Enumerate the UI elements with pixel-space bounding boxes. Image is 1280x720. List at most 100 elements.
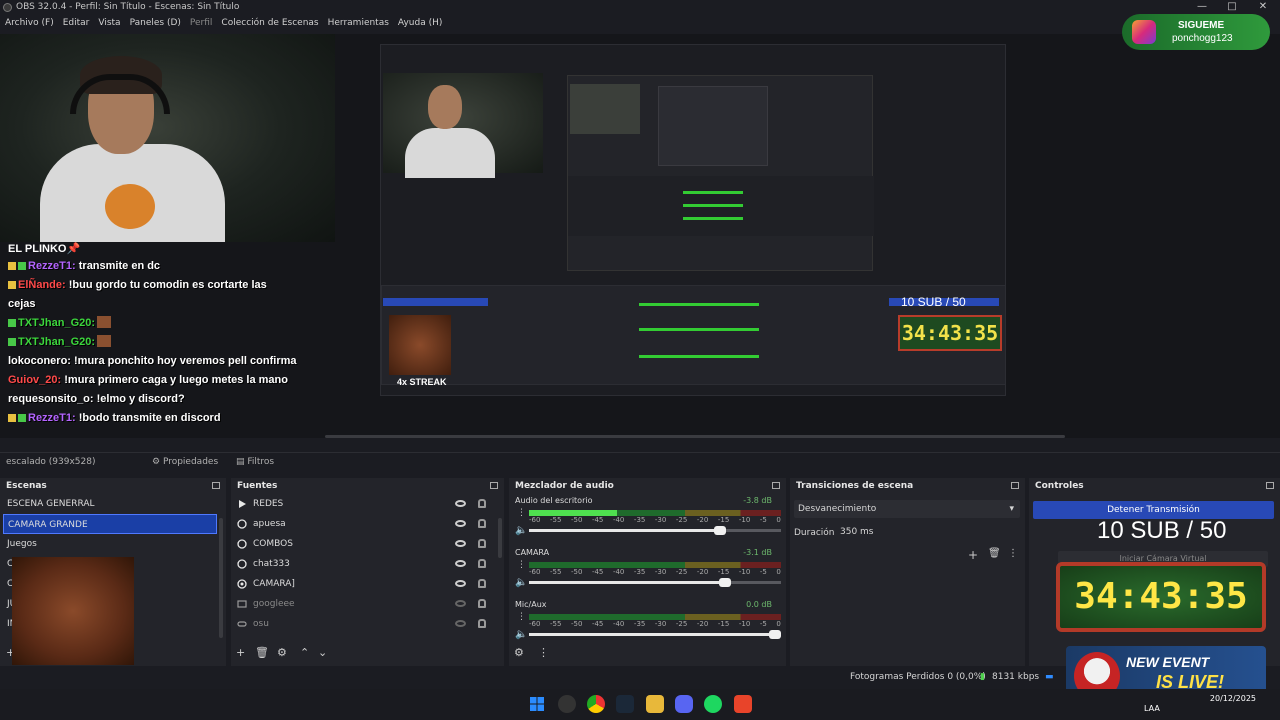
close-button[interactable]: ✕	[1248, 0, 1278, 15]
speaker-icon[interactable]: 🔈	[515, 629, 527, 640]
speaker-icon[interactable]: 🔈	[515, 525, 527, 536]
windows-start-icon[interactable]	[528, 695, 546, 713]
source-item[interactable]: REDES	[231, 494, 504, 514]
lock-icon[interactable]	[478, 539, 486, 548]
lock-icon[interactable]	[478, 499, 486, 508]
sources-scrollbar[interactable]	[498, 518, 502, 558]
spotify-icon[interactable]	[704, 695, 722, 713]
undock-icon[interactable]	[1011, 482, 1019, 489]
scene-item[interactable]: ESCENA GENERRAL	[0, 494, 226, 514]
volume-slider-handle[interactable]	[769, 630, 781, 639]
source-settings-gear-icon[interactable]: ⚙	[277, 646, 287, 659]
chrome-icon[interactable]	[587, 695, 605, 713]
volume-slider[interactable]	[529, 578, 781, 587]
obs-taskbar-icon[interactable]	[558, 695, 576, 713]
visibility-eye-icon[interactable]	[455, 580, 466, 587]
visibility-eye-icon[interactable]	[455, 520, 466, 527]
image-icon	[237, 600, 247, 608]
meter-tick-label: -55	[549, 620, 562, 628]
source-item[interactable]: chat333	[231, 554, 504, 574]
duration-field[interactable]: 350 ms	[836, 523, 1016, 541]
move-up-icon[interactable]: ⌃	[300, 646, 309, 659]
brave-icon[interactable]	[734, 695, 752, 713]
meter-tick-label: -25	[675, 620, 688, 628]
mixer-header: Mezclador de audio	[509, 478, 786, 494]
menu-coleccion-escenas[interactable]: Colección de Escenas	[221, 15, 318, 31]
browser-icon	[237, 559, 247, 569]
speaker-icon[interactable]: 🔈	[515, 577, 527, 588]
camera-icon	[237, 579, 247, 589]
menu-vista[interactable]: Vista	[98, 15, 120, 31]
volume-slider[interactable]	[529, 630, 781, 639]
transition-menu-icon[interactable]: ⋮	[1008, 548, 1018, 559]
folder-icon[interactable]	[646, 695, 664, 713]
window-title: OBS 32.0.4 - Perfil: Sin Título - Escena…	[16, 2, 240, 12]
channel-db: -3.8 dB	[743, 496, 772, 505]
lock-icon[interactable]	[478, 599, 486, 608]
visibility-eye-icon[interactable]	[455, 540, 466, 547]
preview-canvas[interactable]: EL PLINKO📌 RezzeT1: transmite en dc ElÑa…	[0, 34, 1280, 438]
maximize-button[interactable]: □	[1217, 0, 1247, 15]
preview-scrollbar[interactable]	[325, 435, 1065, 438]
chat-message: TXTJhan_G20:	[0, 333, 340, 352]
undock-icon[interactable]	[772, 482, 780, 489]
meter-tick-label: -35	[633, 620, 646, 628]
menu-editar[interactable]: Editar	[63, 15, 90, 31]
source-item[interactable]: osu	[231, 614, 504, 634]
channel-menu-icon[interactable]: ⋮	[517, 612, 526, 622]
meter-scale: -60 -55 -50 -45 -40 -35 -30 -25 -20 -15 -10 -5 0	[529, 516, 781, 524]
lock-icon[interactable]	[478, 579, 486, 588]
remove-transition-icon[interactable]: 🗑	[988, 548, 1001, 559]
visibility-hidden-icon[interactable]	[455, 600, 466, 607]
transition-select[interactable]: Desvanecimiento ▾	[794, 500, 1020, 518]
title-bar: OBS 32.0.4 - Perfil: Sin Título - Escena…	[0, 0, 1280, 15]
filters-button[interactable]: ▤ Filtros	[236, 457, 274, 467]
visibility-hidden-icon[interactable]	[455, 620, 466, 627]
menu-perfil[interactable]: Perfil	[190, 15, 213, 31]
meter-tick-label: -5	[759, 516, 767, 524]
stream-status-icon: ▬	[1045, 672, 1054, 682]
signal-icon: ▮	[980, 672, 985, 682]
discord-icon[interactable]	[675, 695, 693, 713]
channel-menu-icon[interactable]: ⋮	[517, 508, 526, 518]
undock-icon[interactable]	[490, 482, 498, 489]
meter-tick-label: -10	[738, 620, 751, 628]
menu-paneles[interactable]: Paneles (D)	[130, 15, 181, 31]
scene-item-selected[interactable]: CAMARA GRANDE	[3, 514, 217, 534]
minimize-button[interactable]: —	[1187, 0, 1217, 15]
lock-icon[interactable]	[478, 559, 486, 568]
chevron-down-icon: ▾	[1009, 504, 1014, 514]
menu-ayuda[interactable]: Ayuda (H)	[398, 15, 442, 31]
volume-slider[interactable]	[529, 526, 781, 535]
move-down-icon[interactable]: ⌄	[318, 646, 327, 659]
mixer-settings-gear-icon[interactable]: ⚙	[514, 646, 524, 659]
clock[interactable]: 20/12/2025	[1210, 693, 1256, 704]
add-transition-icon[interactable]: +	[968, 548, 978, 562]
event-line-1: NEW EVENT	[1126, 654, 1210, 670]
undock-icon[interactable]	[212, 482, 220, 489]
chat-message: lokoconero: !mura ponchito hoy veremos p…	[8, 355, 297, 367]
scene-item[interactable]: Juegos	[0, 534, 226, 554]
add-source-icon[interactable]: +	[236, 646, 245, 659]
source-item[interactable]: COMBOS	[231, 534, 504, 554]
volume-slider-handle[interactable]	[718, 578, 731, 587]
menu-archivo[interactable]: Archivo (F)	[5, 15, 54, 31]
meter-tick-label: -5	[759, 568, 767, 576]
undock-icon[interactable]	[1266, 482, 1274, 489]
remove-source-icon[interactable]: 🗑	[255, 646, 269, 659]
mixer-menu-icon[interactable]: ⋮	[538, 646, 549, 659]
source-item[interactable]: apuesa	[231, 514, 504, 534]
scenes-scrollbar[interactable]	[219, 518, 223, 638]
channel-menu-icon[interactable]: ⋮	[517, 560, 526, 570]
source-item[interactable]: CAMARA]	[231, 574, 504, 594]
lock-icon[interactable]	[478, 619, 486, 628]
visibility-eye-icon[interactable]	[455, 560, 466, 567]
lock-icon[interactable]	[478, 519, 486, 528]
source-item[interactable]: googleee	[231, 594, 504, 614]
volume-slider-handle[interactable]	[713, 526, 726, 535]
language-indicator[interactable]: LAA	[1144, 704, 1160, 713]
steam-icon[interactable]	[616, 695, 634, 713]
menu-herramientas[interactable]: Herramientas	[328, 15, 389, 31]
visibility-eye-icon[interactable]	[455, 500, 466, 507]
properties-button[interactable]: ⚙ Propiedades	[152, 457, 218, 467]
